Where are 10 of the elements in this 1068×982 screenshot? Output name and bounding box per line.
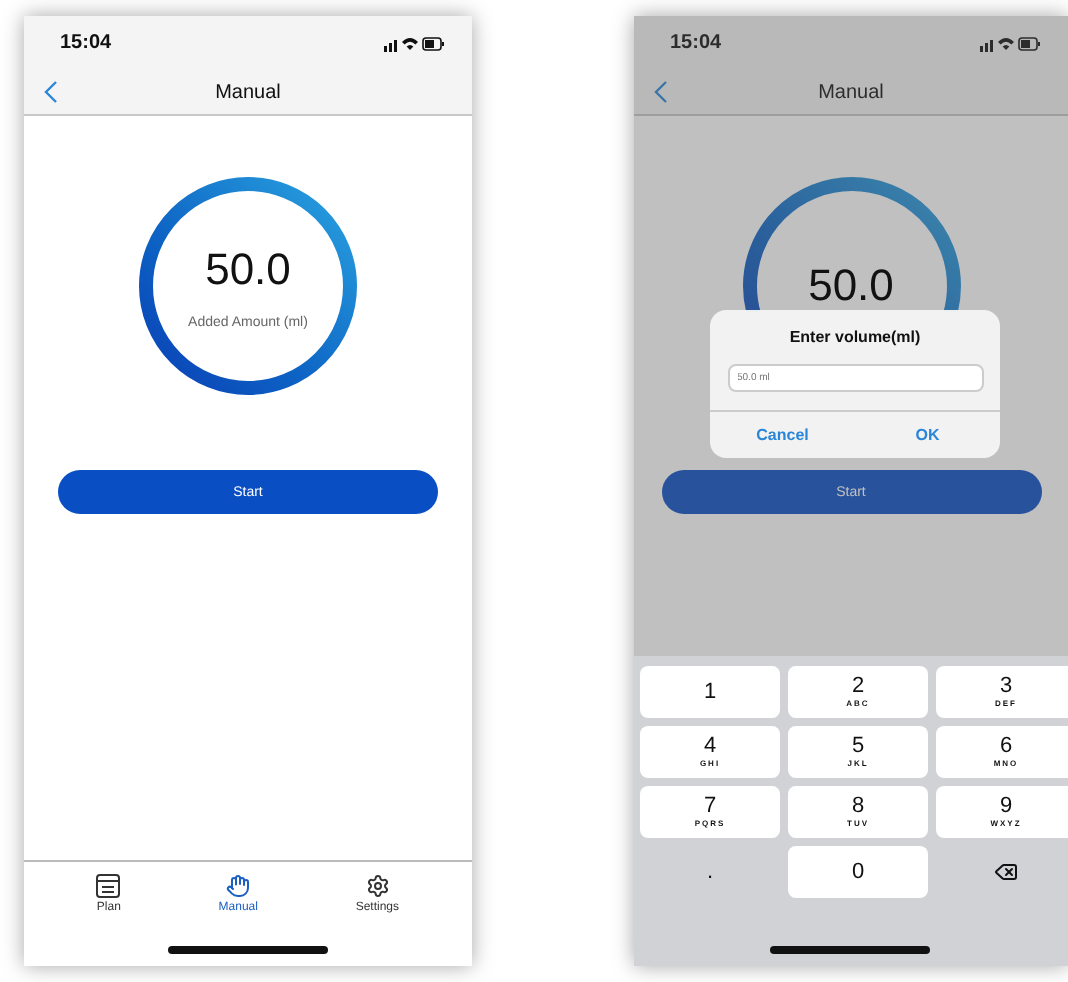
keypad-key[interactable]: 1 [640, 666, 780, 718]
dot-key[interactable]: . [640, 846, 780, 898]
status-time: 15:04 [60, 32, 112, 54]
status-time: 15:04 [670, 32, 722, 54]
screen-title: Manual [215, 81, 281, 103]
amount-value: 50.0 [808, 260, 894, 312]
screen-title: Manual [818, 81, 884, 103]
keypad-key[interactable]: 0 [788, 846, 928, 898]
dialog-title: Enter volume(ml) [789, 328, 921, 346]
amount-value: 50.0 [205, 243, 291, 295]
